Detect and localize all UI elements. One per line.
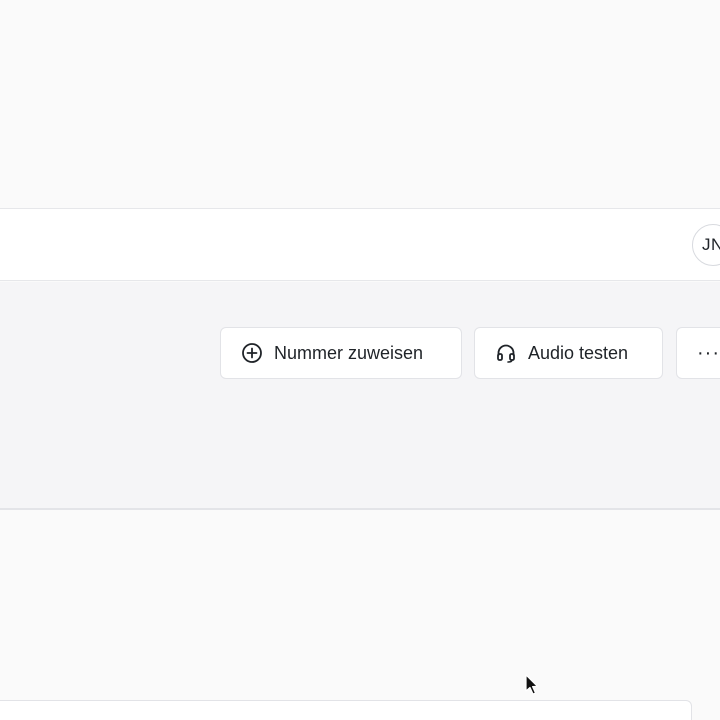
plus-circle-icon: [241, 342, 263, 364]
assign-number-label: Nummer zuweisen: [274, 342, 424, 363]
page: JN Nummer zuweisen Audio testen ···: [0, 0, 720, 720]
headset-icon: [495, 342, 517, 364]
action-area: Nummer zuweisen Audio testen ···: [0, 282, 720, 510]
test-audio-label: Audio testen: [528, 342, 629, 363]
avatar-initials: JN: [702, 235, 720, 254]
assign-number-button[interactable]: Nummer zuweisen: [220, 327, 462, 379]
top-bar: JN: [0, 208, 720, 281]
content-card: [0, 700, 692, 720]
mouse-cursor-icon: [525, 674, 539, 695]
test-audio-button[interactable]: Audio testen: [474, 327, 663, 379]
more-options-icon: ···: [697, 341, 720, 364]
user-avatar[interactable]: JN: [692, 224, 720, 266]
more-options-button[interactable]: ···: [676, 327, 720, 379]
content-area: [0, 510, 720, 720]
